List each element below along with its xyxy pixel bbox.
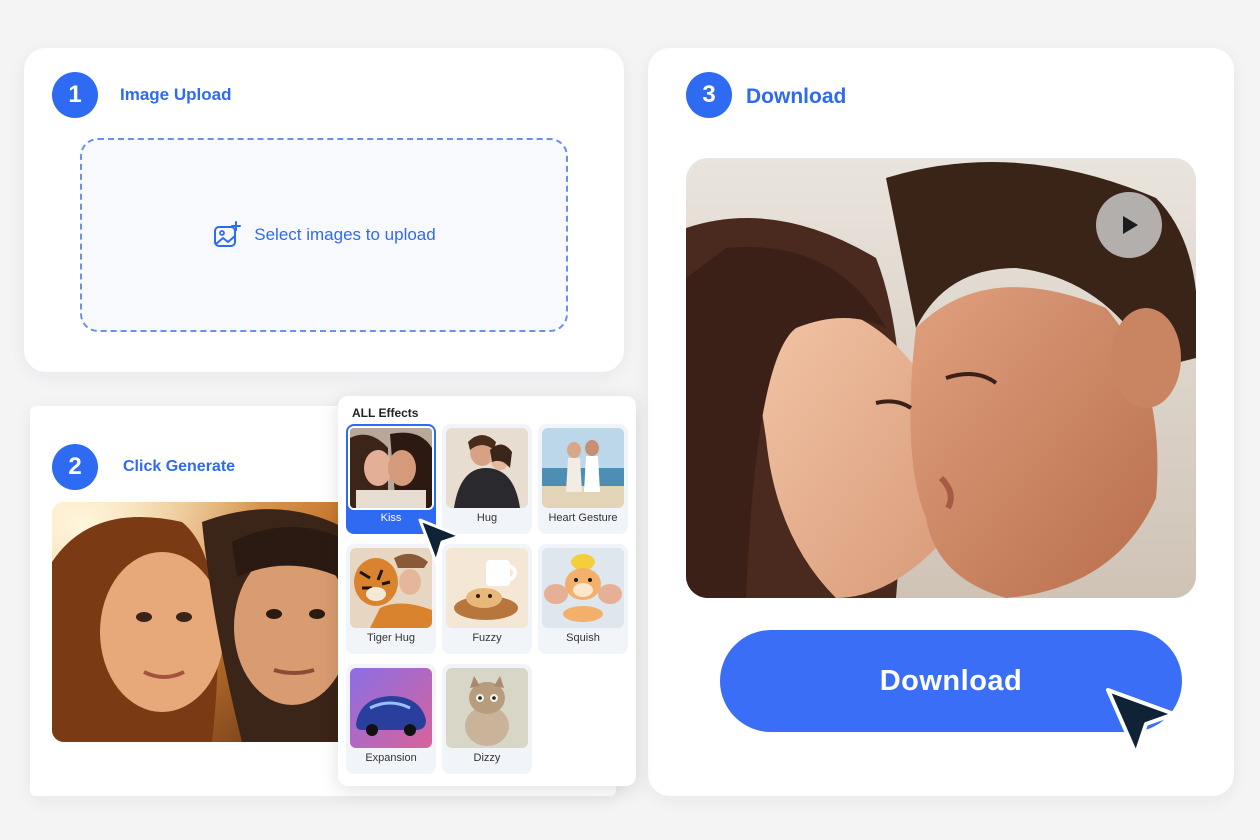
step-number-1: 1 — [52, 72, 98, 118]
generate-step-title: Click Generate — [123, 458, 236, 475]
effect-label: Tiger Hug — [367, 632, 415, 644]
effects-panel: ALL Effects Kiss Hug Heart Gesture Tiger… — [338, 396, 636, 786]
play-button[interactable] — [1096, 192, 1162, 258]
step-number-2: 2 — [52, 444, 98, 490]
effect-dizzy-thumbnail — [446, 668, 528, 748]
effect-expansion[interactable]: Expansion — [346, 664, 436, 774]
effect-squish-thumbnail — [542, 548, 624, 628]
effect-squish[interactable]: Squish — [538, 544, 628, 654]
effect-label: Dizzy — [473, 752, 501, 764]
effects-title: ALL Effects — [352, 406, 419, 420]
effect-label: Fuzzy — [472, 632, 502, 644]
source-photo — [52, 502, 352, 742]
effect-label: Squish — [566, 632, 600, 644]
cursor-arrow-icon — [1106, 688, 1176, 756]
step-number-3: 3 — [686, 72, 732, 118]
upload-dropzone[interactable]: Select images to upload — [80, 138, 568, 332]
effect-label: Heart Gesture — [548, 512, 618, 524]
effect-expansion-thumbnail — [350, 668, 432, 748]
effect-heart-gesture[interactable]: Heart Gesture — [538, 424, 628, 534]
effect-hug-thumbnail — [446, 428, 528, 508]
upload-card: 1 Image Upload Select images to upload — [24, 48, 624, 372]
download-step-title: Download — [746, 85, 847, 108]
upload-step-title: Image Upload — [120, 85, 232, 104]
effect-dizzy[interactable]: Dizzy — [442, 664, 532, 774]
play-icon — [1123, 216, 1138, 234]
cursor-arrow-icon — [418, 518, 462, 564]
upload-prompt: Select images to upload — [254, 225, 436, 244]
effect-kiss-thumbnail — [348, 426, 434, 510]
image-add-icon — [214, 221, 242, 247]
effect-heart-gesture-thumbnail — [542, 428, 624, 508]
effect-label: Expansion — [365, 752, 417, 764]
